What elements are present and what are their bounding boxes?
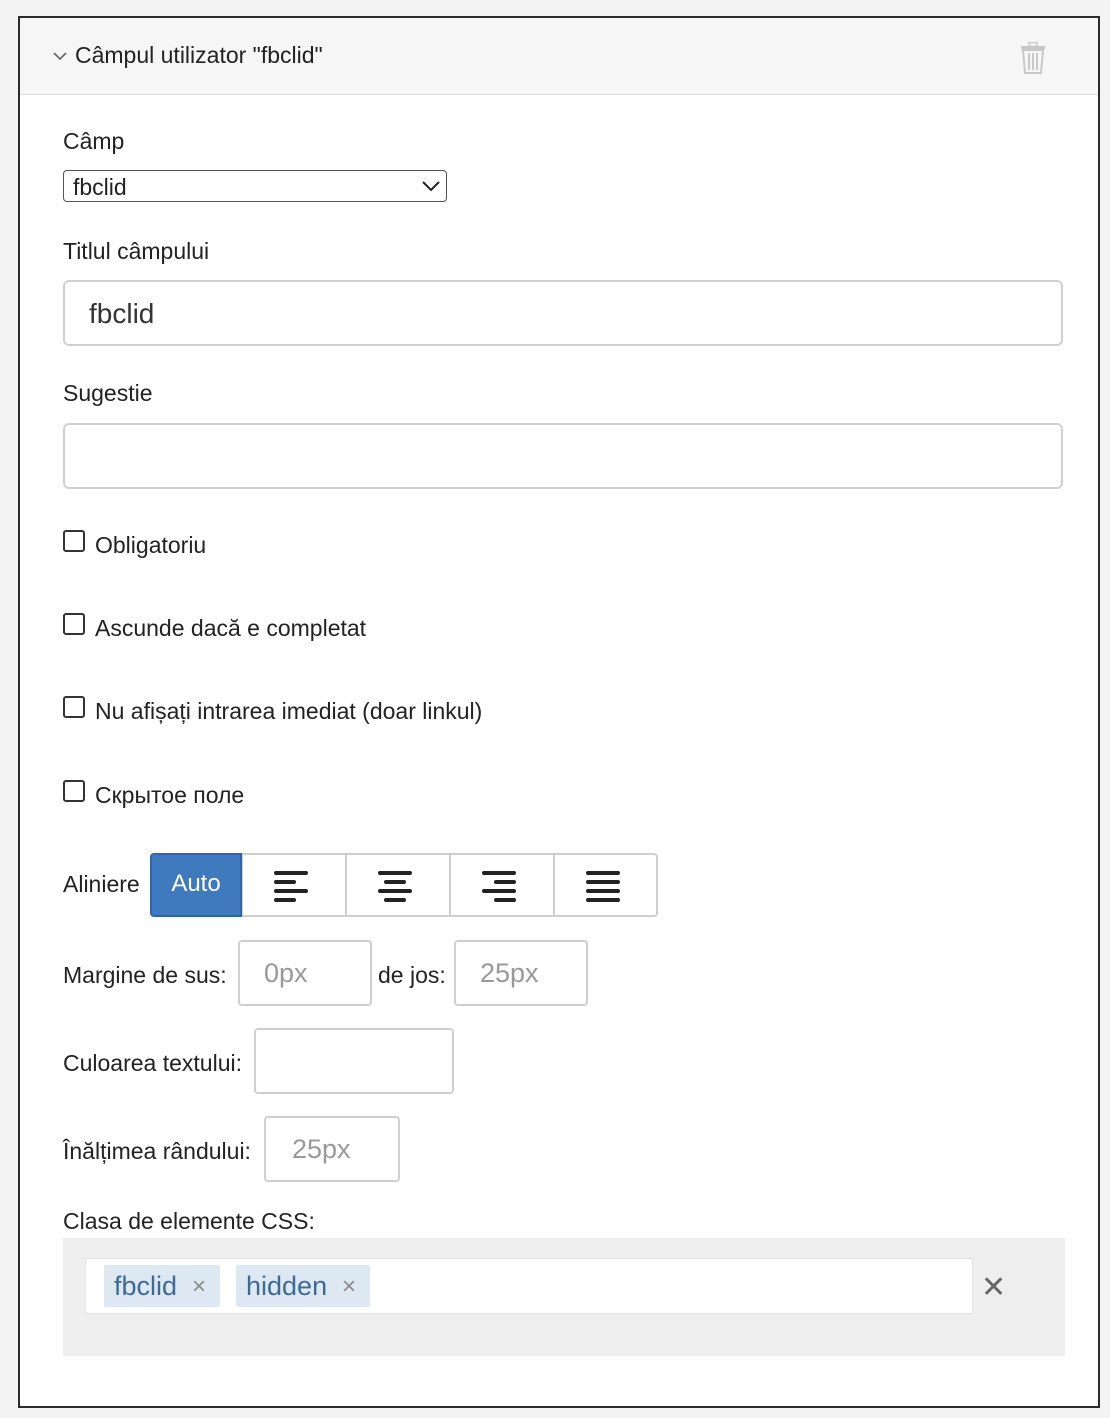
hint-input[interactable] [63,423,1063,489]
hidden-field-checkbox-label: Скрытое поле [95,782,245,808]
tag-remove-icon[interactable]: × [342,1273,356,1301]
line-height-input[interactable]: 25px [264,1116,400,1182]
text-color-input[interactable] [254,1028,454,1094]
margin-bottom-label: de jos: [378,962,446,988]
hide-if-filled-checkbox-label: Ascunde dacă e completat [95,615,367,641]
css-class-container: fbclid × hidden × ✕ [63,1238,1065,1356]
field-label: Câmp [63,128,125,154]
margin-top-placeholder: 0px [264,958,308,988]
css-class-tag-input[interactable]: fbclid × hidden × [85,1258,973,1314]
line-height-placeholder: 25px [292,1134,351,1164]
tag-fbclid-label: fbclid [114,1271,178,1301]
align-left-icon [274,871,308,902]
align-justify-icon [586,871,620,902]
chevron-down-icon [422,181,440,192]
panel-header[interactable]: Câmpul utilizator "fbclid" [20,18,1098,95]
align-center-button[interactable] [346,853,450,917]
hint-label: Sugestie [63,380,153,406]
field-title-input[interactable]: fbclid [63,280,1063,346]
margin-top-input[interactable]: 0px [238,940,372,1006]
align-left-button[interactable] [242,853,346,917]
tag-hidden: hidden × [236,1265,370,1307]
field-select-value: fbclid [73,174,127,200]
hide-if-filled-checkbox[interactable] [63,613,85,635]
css-class-label: Clasa de elemente CSS: [63,1208,315,1234]
alignment-button-group: Auto [150,853,658,917]
hidden-field-checkbox[interactable] [63,780,85,802]
link-only-checkbox-label: Nu afișați intrarea imediat (doar linkul… [95,698,483,724]
align-right-button[interactable] [450,853,554,917]
trash-icon[interactable] [1020,42,1046,74]
required-checkbox[interactable] [63,530,85,552]
link-only-checkbox[interactable] [63,696,85,718]
line-height-label: Înălțimea rândului: [63,1138,251,1164]
margin-bottom-input[interactable]: 25px [454,940,588,1006]
tag-fbclid: fbclid × [104,1265,220,1307]
field-select[interactable]: fbclid [63,170,447,202]
clear-all-icon[interactable]: ✕ [981,1270,1006,1305]
required-checkbox-label: Obligatoriu [95,532,207,558]
align-right-icon [482,871,516,902]
text-color-label: Culoarea textului: [63,1050,242,1076]
tag-hidden-label: hidden [246,1271,328,1301]
field-title-value: fbclid [89,298,155,329]
margin-top-label: Margine de sus: [63,962,227,988]
align-auto-button[interactable]: Auto [150,853,242,917]
align-justify-button[interactable] [554,853,658,917]
align-center-icon [378,871,412,902]
panel-title: Câmpul utilizator "fbclid" [75,42,323,68]
margin-bottom-placeholder: 25px [480,958,539,988]
tag-remove-icon[interactable]: × [192,1273,206,1301]
chevron-down-icon[interactable] [52,48,68,64]
user-field-panel: Câmpul utilizator "fbclid" Câmp fbclid T… [18,16,1100,1408]
field-title-label: Titlul câmpului [63,238,210,264]
alignment-label: Aliniere [63,871,140,897]
